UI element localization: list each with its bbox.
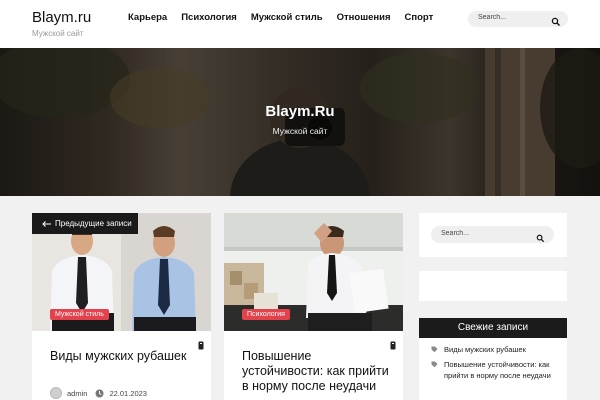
recent-posts-widget: Свежие записи Виды мужских рубашек Повыш… (419, 318, 567, 400)
hero-subtitle: Мужской сайт (272, 126, 328, 136)
main-nav: Карьера Психология Мужской стиль Отношен… (128, 12, 433, 23)
hero-overlay (0, 48, 600, 196)
recent-post-link[interactable]: Повышение устойчивости: как прийти в нор… (431, 359, 559, 381)
nav-item-psychology[interactable]: Психология (181, 12, 237, 23)
post-meta: admin 22.01.2023 (50, 387, 147, 399)
search-icon[interactable] (551, 14, 561, 26)
header-search (468, 11, 568, 27)
nav-item-mens-style[interactable]: Мужской стиль (251, 12, 323, 23)
post-author[interactable]: admin (67, 389, 87, 398)
search-icon[interactable] (536, 230, 546, 243)
sidebar-search (431, 226, 554, 243)
clock-icon (95, 389, 104, 397)
nav-item-career[interactable]: Карьера (128, 12, 167, 23)
recent-post-title: Повышение устойчивости: как прийти в нор… (444, 360, 551, 380)
search-input[interactable] (478, 14, 548, 21)
site-tagline: Мужской сайт (32, 29, 84, 38)
post-card: Психология Повышение устойчивости: как п… (224, 213, 403, 400)
arrow-left-icon (42, 220, 51, 227)
sidebar-search-widget (419, 213, 567, 257)
post-title[interactable]: Повышение устойчивости: как прийти в нор… (242, 349, 392, 394)
previous-posts-label: Предыдущие записи (55, 219, 132, 228)
site-header: Blaym.ru Мужской сайт Карьера Психология… (0, 0, 600, 48)
sidebar-search-input[interactable] (441, 230, 531, 237)
sidebar-empty-widget (419, 271, 567, 301)
brand: Blaym.ru Мужской сайт (32, 10, 91, 39)
post-card: Мужской стиль Виды мужских рубашек admin… (32, 213, 211, 400)
hero-title: Blaym.Ru (265, 103, 335, 120)
pin-icon (197, 337, 205, 350)
tag-icon (431, 361, 438, 368)
pin-icon (389, 337, 397, 350)
category-badge[interactable]: Психология (242, 309, 290, 320)
post-title[interactable]: Виды мужских рубашек (50, 349, 200, 364)
site-title[interactable]: Blaym.ru (32, 10, 91, 26)
user-avatar-icon (50, 387, 62, 399)
recent-posts-heading: Свежие записи (419, 318, 567, 338)
nav-item-relationships[interactable]: Отношения (337, 12, 391, 23)
recent-posts-list: Виды мужских рубашек Повышение устойчиво… (419, 338, 567, 381)
recent-post-link[interactable]: Виды мужских рубашек (431, 344, 559, 355)
nav-item-sport[interactable]: Спорт (405, 12, 434, 23)
post-date: 22.01.2023 (109, 388, 147, 398)
recent-post-title: Виды мужских рубашек (444, 345, 526, 354)
tag-icon (431, 346, 438, 353)
category-badge[interactable]: Мужской стиль (50, 309, 109, 320)
hero-banner: Blaym.Ru Мужской сайт (0, 48, 600, 196)
previous-posts-button[interactable]: Предыдущие записи (32, 213, 138, 234)
